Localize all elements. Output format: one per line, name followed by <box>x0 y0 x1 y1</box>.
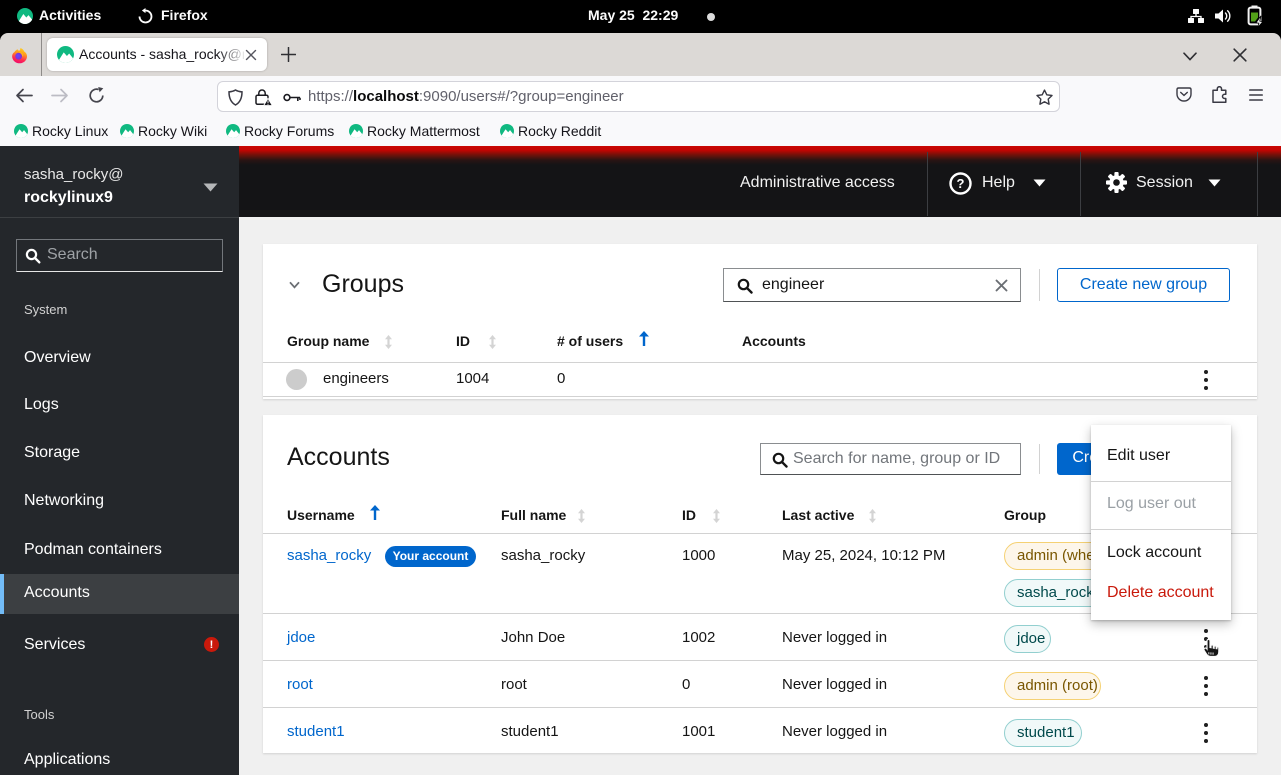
svg-text:?: ? <box>957 176 965 191</box>
